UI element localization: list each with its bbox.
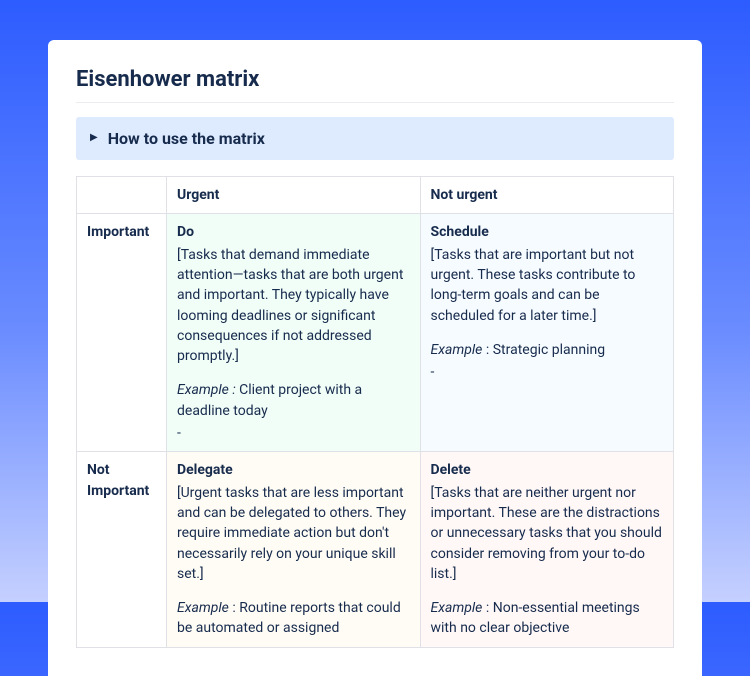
quadrant-delegate[interactable]: Delegate [Urgent tasks that are less imp… <box>167 452 421 647</box>
quadrant-do[interactable]: Do [Tasks that demand immediate attentio… <box>167 214 421 452</box>
howto-label: How to use the matrix <box>108 127 265 150</box>
quadrant-delete[interactable]: Delete [Tasks that are neither urgent no… <box>420 452 674 647</box>
do-desc: [Tasks that demand immediate attention—t… <box>177 245 410 367</box>
schedule-example: Example : Strategic planning <box>431 340 664 360</box>
do-bullet: - <box>177 423 410 443</box>
schedule-bullet: - <box>431 362 664 382</box>
col-header-urgent: Urgent <box>167 177 421 214</box>
howto-expand[interactable]: ▶ How to use the matrix <box>76 117 674 160</box>
triangle-right-icon: ▶ <box>90 131 98 146</box>
corner-cell <box>77 177 167 214</box>
do-title: Do <box>177 222 410 242</box>
delegate-desc: [Urgent tasks that are less important an… <box>177 483 410 584</box>
page-title: Eisenhower matrix <box>76 64 674 103</box>
col-header-not-urgent: Not urgent <box>420 177 674 214</box>
delegate-example: Example : Routine reports that could be … <box>177 598 410 639</box>
schedule-title: Schedule <box>431 222 664 242</box>
quadrant-schedule[interactable]: Schedule [Tasks that are important but n… <box>420 214 674 452</box>
row-header-not-important: Not Important <box>77 452 167 647</box>
matrix-table: Urgent Not urgent Important Do [Tasks th… <box>76 176 674 648</box>
delete-title: Delete <box>431 460 664 480</box>
delete-example: Example : Non-essential meetings with no… <box>431 598 664 639</box>
row-header-important: Important <box>77 214 167 452</box>
document-page: Eisenhower matrix ▶ How to use the matri… <box>48 40 702 676</box>
do-example: Example : Client project with a deadline… <box>177 380 410 421</box>
schedule-desc: [Tasks that are important but not urgent… <box>431 245 664 326</box>
delegate-title: Delegate <box>177 460 410 480</box>
delete-desc: [Tasks that are neither urgent nor impor… <box>431 483 664 584</box>
